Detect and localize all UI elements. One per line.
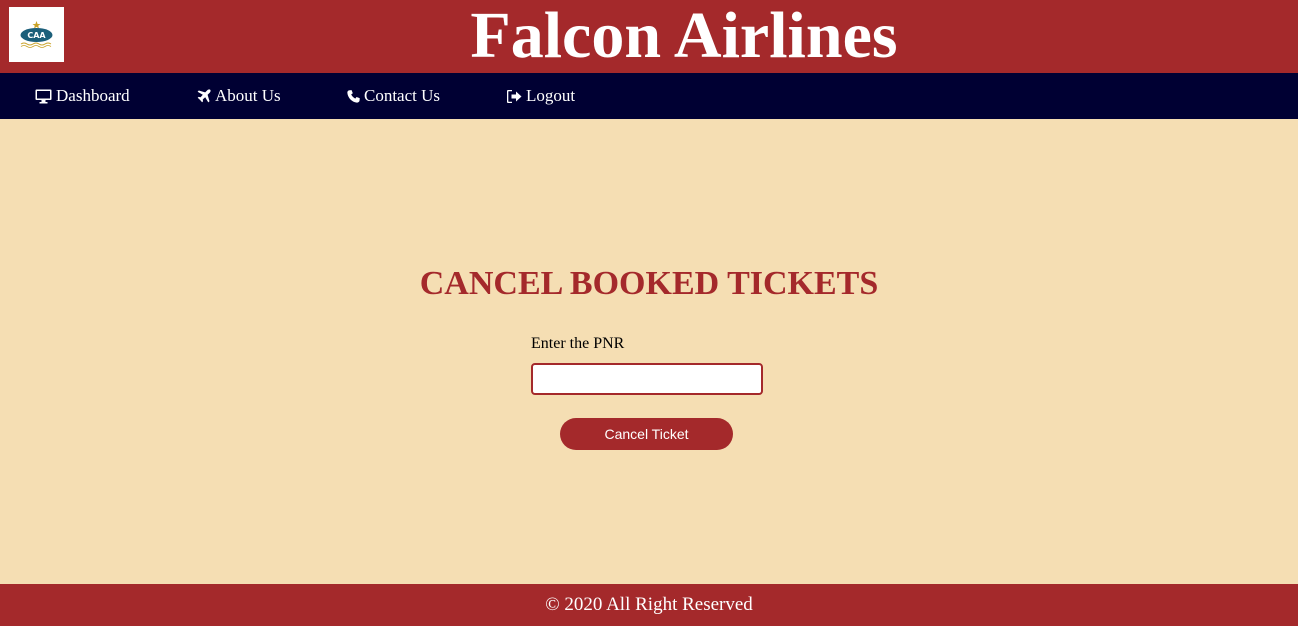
nav-item-dashboard[interactable]: Dashboard: [35, 73, 130, 119]
nav-label-contact-us: Contact Us: [364, 86, 441, 105]
site-title: Falcon Airlines: [470, 0, 898, 72]
pnr-label: Enter the PNR: [531, 335, 625, 352]
nav-item-logout[interactable]: Logout: [507, 73, 575, 119]
nav-label-about-us: About Us: [215, 86, 281, 105]
nav-item-about-us[interactable]: About Us: [197, 73, 281, 119]
monitor-icon: [35, 89, 52, 104]
cancel-ticket-button[interactable]: Cancel Ticket: [560, 418, 733, 450]
phone-icon: [347, 89, 360, 103]
main-navbar: Dashboard About Us Contact Us Logout: [0, 73, 1298, 119]
nav-label-logout: Logout: [526, 86, 576, 105]
footer-copyright: © 2020 All Right Reserved: [545, 594, 753, 615]
page-title: CANCEL BOOKED TICKETS: [419, 265, 879, 302]
nav-label-dashboard: Dashboard: [56, 86, 130, 105]
nav-item-contact-us[interactable]: Contact Us: [347, 73, 440, 119]
header-bar: CAA Falcon Airlines: [0, 0, 1298, 73]
footer-bar: © 2020 All Right Reserved: [0, 584, 1298, 626]
pnr-input[interactable]: [531, 363, 763, 395]
plane-icon: [197, 89, 211, 103]
logout-icon: [507, 89, 522, 103]
